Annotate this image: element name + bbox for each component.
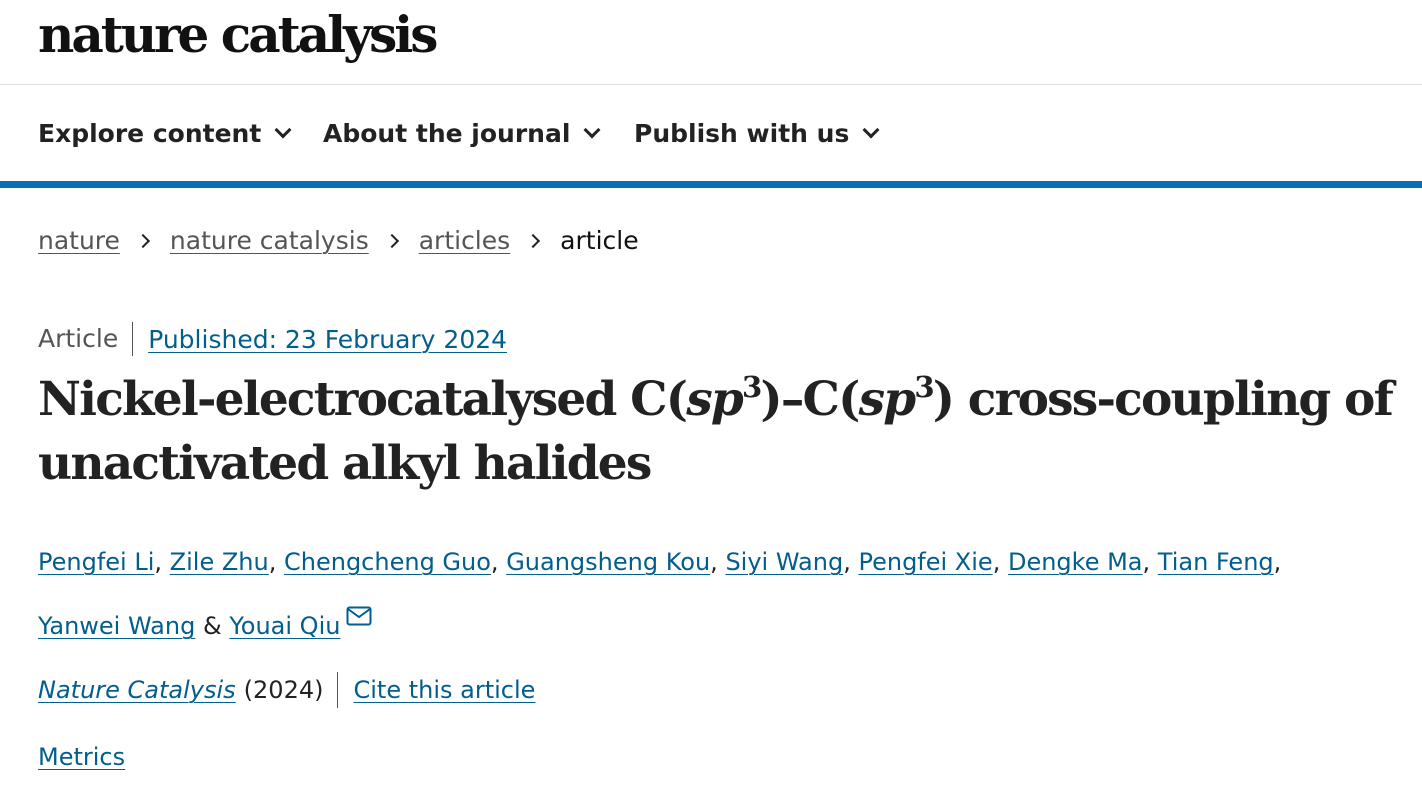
breadcrumb-articles[interactable]: articles [419, 226, 510, 255]
article-title: Nickel-electrocatalysed C(sp3)–C(sp3) cr… [38, 368, 1408, 496]
journal-logo[interactable]: nature catalysis [38, 4, 438, 66]
chevron-down-icon [274, 121, 292, 139]
author-separator: , [490, 548, 499, 576]
author-separator: , [992, 548, 1001, 576]
author-separator: , [1273, 548, 1282, 576]
breadcrumb-current: article [560, 226, 639, 255]
author-link[interactable]: Pengfei Xie [858, 548, 992, 576]
cite-this-article-link[interactable]: Cite this article [353, 676, 535, 704]
author-link-corresponding[interactable]: Youai Qiu [229, 612, 340, 640]
author-separator: & [202, 612, 222, 640]
title-superscript: 3 [914, 369, 934, 404]
nav-item-label: About the journal [323, 119, 571, 148]
title-text: sp [686, 372, 744, 427]
nav-about-journal[interactable]: About the journal [323, 119, 601, 148]
title-text: )–C( [760, 372, 860, 427]
nav-explore-content[interactable]: Explore content [38, 119, 292, 148]
author-link[interactable]: Guangsheng Kou [506, 548, 710, 576]
metrics-link[interactable]: Metrics [38, 743, 125, 771]
author-separator: , [710, 548, 718, 576]
title-text: Nickel-electrocatalysed C( [38, 372, 688, 427]
article-meta: Article Published: 23 February 2024 [38, 322, 507, 356]
author-link[interactable]: Tian Feng [1158, 548, 1274, 576]
chevron-down-icon [583, 121, 601, 139]
author-link[interactable]: Dengke Ma [1008, 548, 1143, 576]
breadcrumb: nature nature catalysis articles article [38, 226, 639, 255]
nav-item-label: Explore content [38, 119, 262, 148]
citation-line: Nature Catalysis (2024) Cite this articl… [38, 672, 535, 708]
chevron-right-icon [135, 233, 150, 248]
title-text: sp [858, 372, 917, 427]
journal-link[interactable]: Nature Catalysis [38, 676, 236, 704]
publication-year: (2024) [244, 672, 339, 708]
author-link[interactable]: Chengcheng Guo [284, 548, 491, 576]
nav-item-label: Publish with us [634, 119, 850, 148]
mail-icon[interactable] [346, 590, 372, 646]
breadcrumb-nature[interactable]: nature [38, 226, 120, 255]
chevron-right-icon [526, 233, 541, 248]
author-list: Pengfei Li, Zile Zhu, Chengcheng Guo, Gu… [38, 534, 1398, 654]
author-separator: , [268, 548, 277, 576]
author-link[interactable]: Yanwei Wang [38, 612, 195, 640]
metrics-section: Metrics [38, 743, 125, 771]
chevron-right-icon [384, 233, 399, 248]
author-separator: , [843, 548, 851, 576]
site-header: nature catalysis [0, 0, 1422, 85]
title-superscript: 3 [741, 369, 762, 404]
author-link[interactable]: Siyi Wang [725, 548, 843, 576]
author-separator: , [1142, 548, 1151, 576]
main-nav: Explore content About the journal Publis… [0, 85, 1422, 181]
author-link[interactable]: Pengfei Li [38, 548, 154, 576]
nav-publish-with-us[interactable]: Publish with us [634, 119, 880, 148]
article-type: Article [38, 322, 134, 356]
author-separator: , [154, 548, 163, 576]
author-link[interactable]: Zile Zhu [170, 548, 269, 576]
nav-accent-rule [0, 181, 1422, 188]
chevron-down-icon [862, 121, 880, 139]
breadcrumb-nature-catalysis[interactable]: nature catalysis [170, 226, 369, 255]
published-date-link[interactable]: Published: 23 February 2024 [148, 325, 507, 354]
